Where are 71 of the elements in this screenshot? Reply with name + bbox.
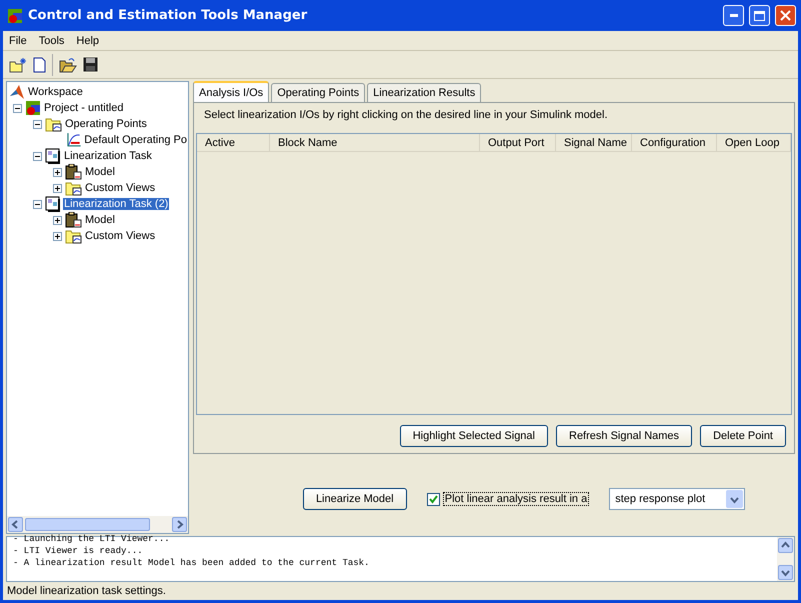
minimize-icon xyxy=(730,14,738,17)
clipboard-icon xyxy=(65,164,82,180)
folder-icon xyxy=(65,180,82,196)
column-header[interactable]: Signal Name xyxy=(556,134,632,151)
log-line: - LTI Viewer is ready... xyxy=(13,545,144,557)
tree-item[interactable]: Linearization Task xyxy=(63,150,153,162)
column-header[interactable]: Output Port xyxy=(480,134,556,151)
instruction-text: Select linearization I/Os by right clicking on the desired line in your Simulink model. xyxy=(203,108,609,123)
project-icon xyxy=(7,8,23,24)
scroll-thumb[interactable] xyxy=(25,518,150,531)
log-line: - A linearization result Model has been added to the current Task. xyxy=(13,557,370,569)
tree-item[interactable]: Model xyxy=(84,166,116,178)
checkbox[interactable] xyxy=(426,492,440,506)
menu-item[interactable]: Tools xyxy=(32,34,70,46)
plot-type-dropdown[interactable]: step response plot xyxy=(609,488,746,510)
logo-icon xyxy=(9,84,25,100)
action-button[interactable]: Refresh Signal Names xyxy=(556,425,692,447)
column-header[interactable]: Block Name xyxy=(270,134,480,151)
folder-icon xyxy=(65,228,82,244)
scroll-left-icon[interactable] xyxy=(8,517,23,532)
folder-icon xyxy=(45,116,62,132)
task-icon xyxy=(45,196,61,212)
tree-item[interactable]: Default Operating Po xyxy=(83,134,188,146)
column-header[interactable]: Active xyxy=(197,134,270,151)
window-title: Control and Estimation Tools Manager xyxy=(28,8,308,23)
expand-toggle[interactable] xyxy=(53,232,62,240)
tab[interactable]: Analysis I/Os xyxy=(193,81,270,102)
scroll-right-icon[interactable] xyxy=(172,517,187,532)
tab[interactable]: Linearization Results xyxy=(367,83,482,102)
column-header[interactable]: Configuration xyxy=(632,134,717,151)
expand-toggle[interactable] xyxy=(53,168,62,176)
menu-item[interactable]: Help xyxy=(70,34,106,46)
expand-toggle[interactable] xyxy=(53,216,62,224)
collapse-toggle[interactable] xyxy=(33,120,42,128)
tree-item[interactable]: Linearization Task (2) xyxy=(63,198,170,210)
clipboard-icon xyxy=(65,212,82,228)
collapse-toggle[interactable] xyxy=(33,152,42,160)
checkbox-label[interactable]: Plot linear analysis result in a xyxy=(442,492,590,506)
new-document-icon[interactable] xyxy=(33,56,46,72)
close-button[interactable] xyxy=(775,5,796,26)
maximize-button[interactable] xyxy=(749,5,770,26)
horizontal-scrollbar[interactable] xyxy=(7,516,188,533)
column-header[interactable]: Open Loop xyxy=(717,134,791,151)
expand-toggle[interactable] xyxy=(53,184,62,192)
task-icon xyxy=(45,148,61,164)
vertical-scrollbar[interactable] xyxy=(777,537,794,581)
project-icon xyxy=(25,100,41,116)
tree-item[interactable]: Model xyxy=(84,214,116,226)
action-button[interactable]: Delete Point xyxy=(700,425,786,447)
log-line: - Launching the LTI Viewer... xyxy=(13,533,171,545)
tree-item[interactable]: Operating Points xyxy=(64,118,148,130)
linearize-button[interactable]: Linearize Model xyxy=(302,488,407,510)
tab[interactable]: Operating Points xyxy=(271,83,366,102)
status-text: Model linearization task settings. xyxy=(6,584,167,599)
collapse-toggle[interactable] xyxy=(13,104,22,112)
new-project-icon[interactable] xyxy=(9,56,27,72)
save-icon[interactable] xyxy=(83,57,98,72)
minimize-button[interactable] xyxy=(723,5,744,26)
tree-item[interactable]: Project - untitled xyxy=(43,102,124,114)
scroll-up-icon[interactable] xyxy=(778,538,793,553)
collapse-toggle[interactable] xyxy=(33,200,42,208)
maximize-icon xyxy=(754,10,765,20)
action-button[interactable]: Highlight Selected Signal xyxy=(400,425,548,447)
close-icon xyxy=(780,10,791,21)
tree-item[interactable]: Custom Views xyxy=(84,182,156,194)
tree-item[interactable]: Workspace xyxy=(27,86,84,98)
scroll-down-icon[interactable] xyxy=(778,565,793,580)
tree-item[interactable]: Custom Views xyxy=(84,230,156,242)
open-folder-icon[interactable] xyxy=(59,56,77,72)
plot-icon xyxy=(66,132,82,148)
menu-item[interactable]: File xyxy=(3,34,33,46)
